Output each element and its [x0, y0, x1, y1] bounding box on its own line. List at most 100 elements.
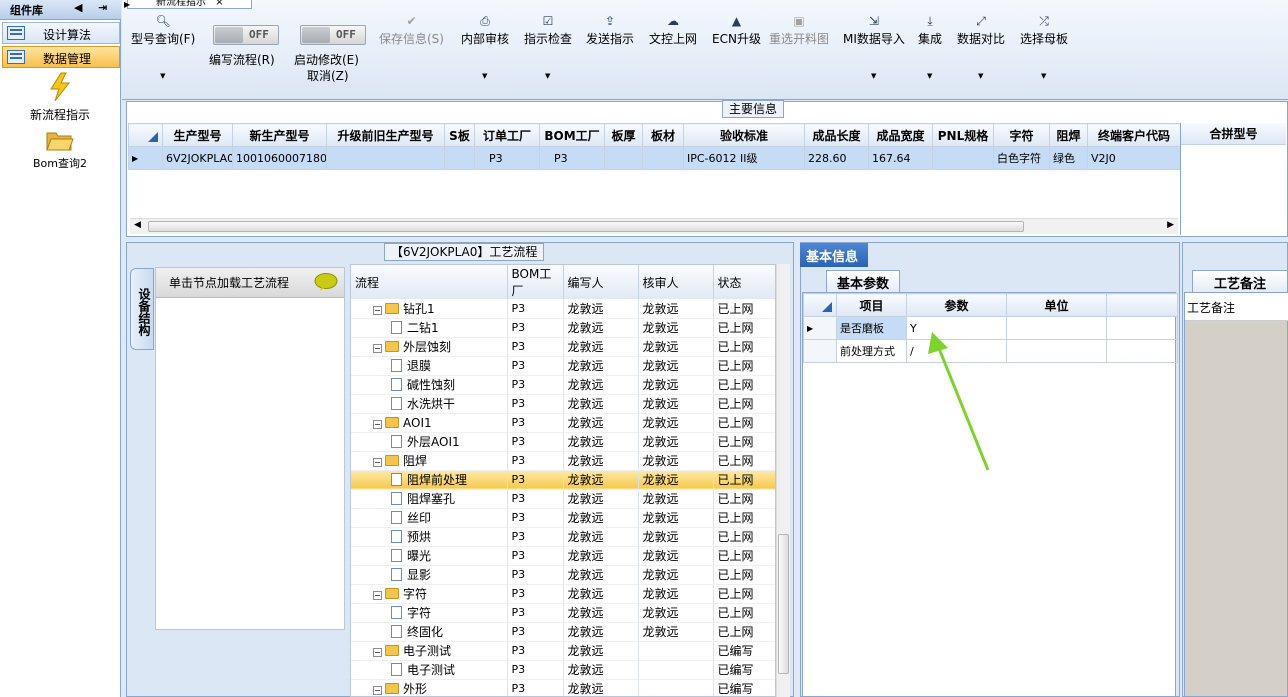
doc-upload-button[interactable]: ☁ 文控上网 — [649, 14, 697, 47]
process-status-cell[interactable]: 已上网 — [713, 299, 775, 319]
process-status-cell[interactable]: 已上网 — [713, 375, 775, 395]
process-reviewer-cell[interactable]: 龙敦远 — [638, 432, 714, 452]
process-name-cell[interactable]: 丝印 — [351, 508, 508, 528]
process-name-cell[interactable]: 预烘 — [351, 527, 508, 547]
process-factory-cell[interactable]: P3 — [507, 660, 564, 680]
process-status-cell[interactable]: 已上网 — [713, 432, 775, 452]
ecn-upgrade-button[interactable]: ▲ ECN升级 — [712, 14, 761, 47]
sidebar-item-design-algorithm[interactable]: 设计算法 — [2, 22, 120, 44]
column-header[interactable]: 项目 — [836, 293, 907, 317]
sidebar-item-data-management[interactable]: 数据管理 — [2, 46, 120, 68]
process-status-cell[interactable]: 已上网 — [713, 527, 775, 547]
process-row[interactable]: 阻焊前处理 P3 龙敦远 龙敦远 已上网 — [351, 470, 775, 490]
column-header[interactable]: 升级前旧生产型号 — [326, 123, 445, 147]
column-header[interactable]: BOM工厂 — [507, 265, 564, 299]
table-cell[interactable]: 6V2JOKPLA0 — [162, 146, 233, 170]
dropdown-arrow-icon[interactable]: ▼ — [160, 72, 165, 80]
process-reviewer-cell[interactable]: 龙敦远 — [638, 584, 714, 604]
process-status-cell[interactable]: 已上网 — [713, 451, 775, 471]
send-instruction-button[interactable]: ⇪ 发送指示 — [586, 14, 634, 47]
column-header[interactable]: 阻焊 — [1049, 123, 1088, 147]
process-factory-cell[interactable]: P3 — [507, 413, 564, 433]
process-reviewer-cell[interactable]: 龙敦远 — [638, 375, 714, 395]
process-row[interactable]: 字符 P3 龙敦远 龙敦远 已上网 — [351, 603, 775, 623]
process-factory-cell[interactable]: P3 — [507, 641, 564, 661]
collapse-toggle-icon[interactable]: − — [373, 458, 382, 467]
process-reviewer-cell[interactable]: 龙敦远 — [638, 356, 714, 376]
process-factory-cell[interactable]: P3 — [507, 318, 564, 338]
process-status-cell[interactable]: 已上网 — [713, 622, 775, 642]
process-factory-cell[interactable]: P3 — [507, 394, 564, 414]
document-tab[interactable]: 新流程指示 × — [127, 0, 252, 9]
process-reviewer-cell[interactable]: 龙敦远 — [638, 337, 714, 357]
process-reviewer-cell[interactable]: 龙敦远 — [638, 318, 714, 338]
collapse-toggle-icon[interactable]: − — [373, 419, 382, 429]
process-reviewer-cell[interactable]: 龙敦远 — [638, 622, 714, 642]
process-reviewer-cell[interactable]: 龙敦远 — [638, 394, 714, 414]
process-row[interactable]: 显影 P3 龙敦远 龙敦远 已上网 — [351, 565, 775, 585]
process-name-cell[interactable]: 外层AOI1 — [351, 432, 508, 452]
select-all-corner[interactable] — [803, 293, 837, 317]
process-status-cell[interactable]: 已上网 — [713, 603, 775, 623]
process-row[interactable]: 电子测试 P3 龙敦远 已编写 — [351, 660, 775, 680]
process-reviewer-cell[interactable] — [638, 641, 714, 661]
process-reviewer-cell[interactable]: 龙敦远 — [638, 470, 714, 490]
process-status-cell[interactable]: 已上网 — [713, 356, 775, 376]
process-row[interactable]: 二钻1 P3 龙敦远 龙敦远 已上网 — [351, 318, 775, 338]
process-writer-cell[interactable]: 龙敦远 — [563, 546, 639, 566]
process-status-cell[interactable]: 已上网 — [713, 489, 775, 509]
dropdown-arrow-icon[interactable]: ▼ — [871, 72, 876, 80]
process-reviewer-cell[interactable]: 龙敦远 — [638, 413, 714, 433]
scroll-right-icon[interactable]: ▶ — [1167, 220, 1174, 230]
process-factory-cell[interactable]: P3 — [507, 337, 564, 357]
process-writer-cell[interactable]: 龙敦远 — [563, 299, 639, 319]
process-name-cell[interactable]: − AOI1 — [351, 413, 508, 433]
process-writer-cell[interactable]: 龙敦远 — [563, 565, 639, 585]
process-status-cell[interactable]: 已上网 — [713, 546, 775, 566]
start-modify-toggle[interactable]: OFF — [300, 25, 366, 45]
internal-review-button[interactable]: ⎙ 内部审核 ▼ — [461, 14, 509, 80]
process-name-cell[interactable]: 终固化 — [351, 622, 508, 642]
table-cell[interactable]: P3 — [539, 146, 605, 170]
process-reviewer-cell[interactable]: 龙敦远 — [638, 603, 714, 623]
main-info-hscrollbar[interactable]: ◀ ▶ — [130, 218, 1178, 234]
process-reviewer-cell[interactable] — [638, 679, 714, 696]
column-header[interactable]: 验收标准 — [683, 123, 805, 147]
table-cell[interactable] — [932, 146, 994, 170]
scroll-thumb[interactable] — [148, 221, 1024, 232]
process-factory-cell[interactable]: P3 — [507, 470, 564, 490]
process-factory-cell[interactable]: P3 — [507, 489, 564, 509]
process-vscrollbar[interactable] — [776, 264, 790, 697]
process-row[interactable]: 阻焊塞孔 P3 龙敦远 龙敦远 已上网 — [351, 489, 775, 509]
column-header[interactable]: 生产型号 — [162, 123, 233, 147]
table-cell[interactable]: V2J0 — [1087, 146, 1180, 170]
collapse-toggle-icon[interactable]: − — [373, 344, 382, 353]
select-mother-board-button[interactable]: ⤮ 选择母板 ▼ — [1020, 14, 1068, 80]
process-reviewer-cell[interactable] — [638, 660, 714, 680]
bom-query-tool[interactable]: Bom查询2 — [0, 128, 120, 171]
collapse-left-icon[interactable]: ◀ — [74, 1, 82, 14]
edit-flow-toggle[interactable]: OFF — [213, 25, 279, 45]
column-header[interactable]: 板材 — [642, 123, 684, 147]
process-reviewer-cell[interactable]: 龙敦远 — [638, 451, 714, 471]
process-status-cell[interactable]: 已上网 — [713, 337, 775, 357]
table-cell[interactable]: 绿色 — [1049, 146, 1088, 170]
merge-model-header[interactable]: 合拼型号 — [1181, 123, 1286, 145]
column-header[interactable]: 流程 — [351, 265, 508, 299]
process-writer-cell[interactable]: 龙敦远 — [563, 527, 639, 547]
process-row[interactable]: − 阻焊 P3 龙敦远 龙敦远 已上网 — [351, 451, 775, 471]
data-compare-button[interactable]: ⤢ 数据对比 ▼ — [957, 14, 1005, 80]
process-row[interactable]: − 外形 P3 龙敦远 已编写 — [351, 679, 775, 696]
process-writer-cell[interactable]: 龙敦远 — [563, 641, 639, 661]
reselect-chart-button[interactable]: ▣ 重选开料图 — [769, 14, 829, 47]
process-name-cell[interactable]: − 外形 — [351, 679, 508, 696]
close-tab-icon[interactable]: × — [215, 0, 223, 8]
process-remark-tab[interactable]: 工艺备注 — [1192, 270, 1288, 292]
process-name-cell[interactable]: − 阻焊 — [351, 451, 508, 471]
process-factory-cell[interactable]: P3 — [507, 603, 564, 623]
process-status-cell[interactable]: 已上网 — [713, 394, 775, 414]
table-cell[interactable] — [326, 146, 445, 170]
process-row[interactable]: 终固化 P3 龙敦远 龙敦远 已上网 — [351, 622, 775, 642]
process-writer-cell[interactable]: 龙敦远 — [563, 318, 639, 338]
process-writer-cell[interactable]: 龙敦远 — [563, 489, 639, 509]
